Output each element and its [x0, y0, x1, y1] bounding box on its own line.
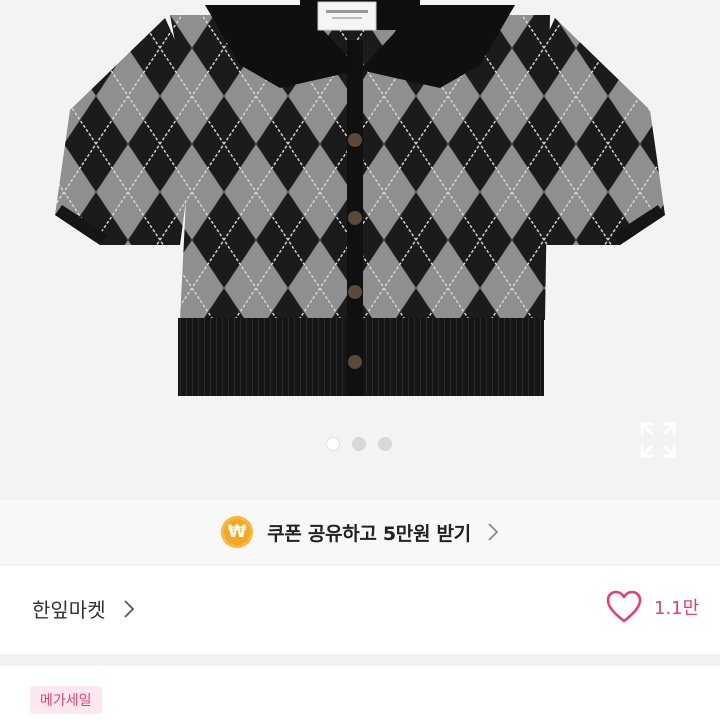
coupon-banner[interactable]: ₩ 쿠폰 공유하고 5만원 받기 — [0, 500, 720, 565]
fullscreen-expand-icon[interactable] — [638, 420, 678, 460]
mega-sale-badge: 메가세일 — [30, 686, 102, 714]
heart-outline-icon — [606, 590, 642, 623]
won-coin-icon: ₩ — [221, 516, 254, 548]
carousel-dot[interactable] — [352, 437, 366, 451]
shop-name-link[interactable]: 한잎마켓 — [32, 594, 106, 623]
shop-row: 한잎마켓 1.1만 — [0, 564, 720, 654]
like-count: 1.1만 — [654, 598, 700, 619]
carousel-dots — [326, 437, 392, 451]
product-image[interactable] — [0, 0, 720, 500]
like-button[interactable]: 1.1만 — [606, 590, 699, 624]
cardigan-illustration — [55, 0, 665, 396]
chevron-right-icon — [488, 523, 499, 541]
chevron-right-icon[interactable] — [124, 600, 134, 618]
carousel-dot-active[interactable] — [326, 437, 340, 451]
section-divider — [0, 654, 720, 666]
carousel-dot[interactable] — [378, 437, 392, 451]
coupon-label: 쿠폰 공유하고 5만원 받기 — [267, 522, 471, 545]
